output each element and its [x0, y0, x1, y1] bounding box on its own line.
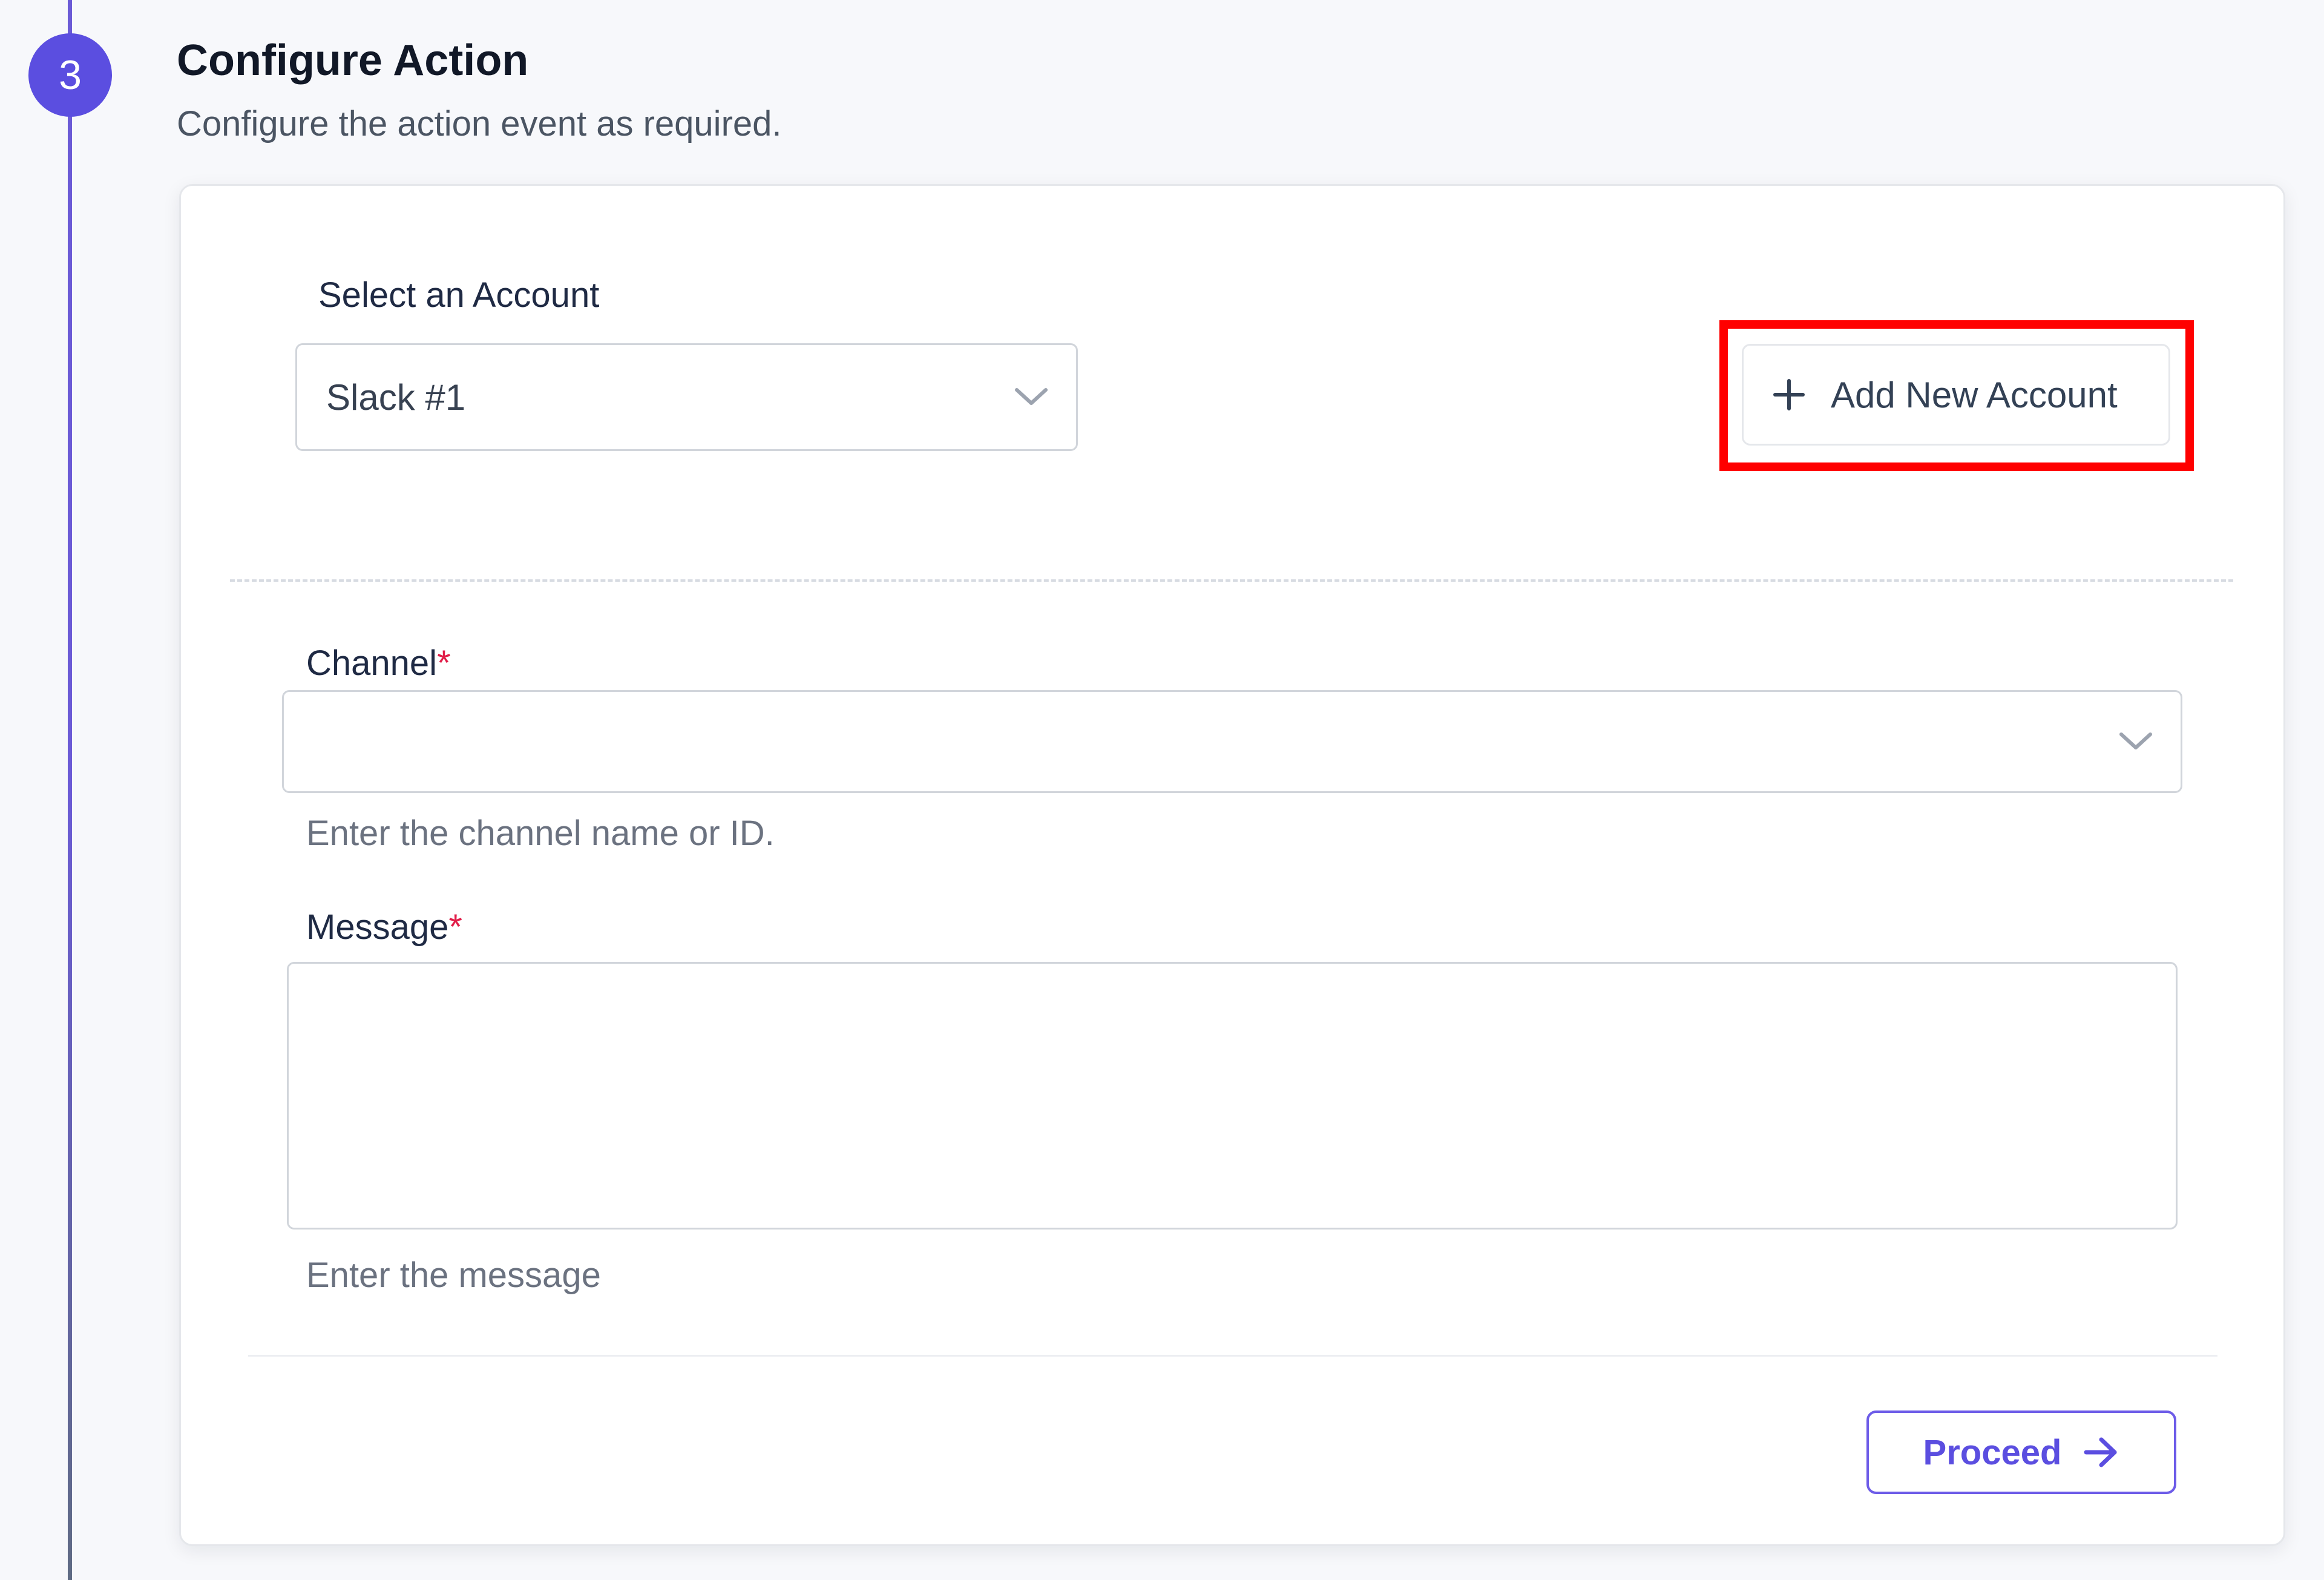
message-label: Message* [306, 906, 462, 949]
step-number-badge: 3 [28, 33, 112, 117]
account-select[interactable]: Slack #1 [295, 343, 1078, 451]
channel-select[interactable] [282, 690, 2182, 793]
required-asterisk: * [437, 644, 451, 683]
message-label-text: Message [306, 907, 449, 947]
section-title: Configure Action [177, 36, 529, 85]
channel-label-text: Channel [306, 644, 438, 683]
message-textarea[interactable] [287, 962, 2178, 1229]
plus-icon [1773, 379, 1805, 410]
account-label: Select an Account [318, 275, 600, 315]
chevron-down-icon [1015, 388, 1048, 405]
channel-label: Channel* [306, 642, 451, 685]
section-subtitle: Configure the action event as required. [177, 104, 782, 143]
account-select-value: Slack #1 [326, 377, 466, 418]
footer-divider [248, 1355, 2217, 1357]
proceed-button[interactable]: Proceed [1866, 1410, 2176, 1494]
message-help-text: Enter the message [306, 1256, 601, 1295]
chevron-down-icon [2119, 732, 2152, 749]
channel-help-text: Enter the channel name or ID. [306, 814, 775, 853]
required-asterisk: * [448, 907, 462, 947]
section-divider [230, 579, 2233, 582]
step-timeline-line [68, 0, 72, 1580]
proceed-label: Proceed [1923, 1432, 2062, 1472]
add-new-account-button[interactable]: Add New Account [1742, 344, 2170, 446]
step-number: 3 [59, 52, 82, 98]
configure-action-screen: 3 Configure Action Configure the action … [0, 0, 2324, 1580]
add-new-account-label: Add New Account [1831, 374, 2118, 415]
arrow-right-icon [2084, 1437, 2117, 1467]
